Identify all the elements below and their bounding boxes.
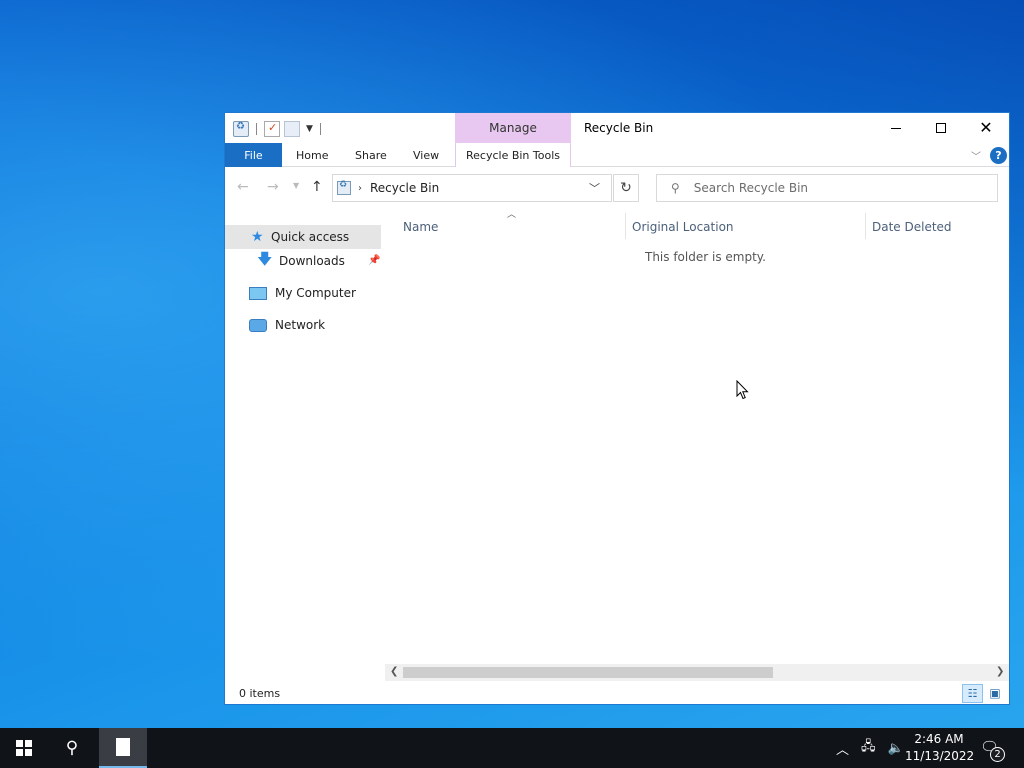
recycle-bin-icon: [233, 121, 249, 137]
sidebar-item-label: Quick access: [271, 230, 350, 244]
refresh-icon: ↻: [620, 180, 632, 196]
taskbar-app-explorer[interactable]: [99, 728, 147, 768]
scroll-left-arrow-icon[interactable]: ❮: [390, 666, 398, 677]
file-list[interactable]: ︿ Name Original Location Date Deleted Th…: [385, 209, 1009, 669]
back-arrow-icon[interactable]: ←: [237, 179, 249, 195]
search-input[interactable]: [693, 181, 974, 195]
notification-count-badge: 2: [990, 747, 1005, 762]
search-icon: ⚲: [671, 181, 680, 195]
tab-home[interactable]: Home: [296, 143, 328, 167]
refresh-button[interactable]: ↻: [613, 174, 639, 202]
navigation-row: ← → ▼ ↑ › Recycle Bin ﹀ ↻ ⚲: [225, 168, 1009, 208]
taskbar-clock[interactable]: 2:46 AM 11/13/2022: [905, 731, 975, 765]
toolbar-separator: [319, 123, 321, 135]
customize-toolbar-arrow-icon[interactable]: ▼: [306, 124, 313, 134]
horizontal-scrollbar[interactable]: ❮ ❯: [385, 664, 1009, 681]
computer-icon: [249, 286, 267, 300]
recent-locations-chevron-icon[interactable]: ▼: [293, 181, 299, 190]
star-icon: ★: [251, 229, 264, 245]
close-button[interactable]: ✕: [963, 113, 1009, 143]
column-divider[interactable]: [865, 213, 866, 239]
scroll-right-arrow-icon[interactable]: ❯: [996, 666, 1004, 677]
taskbar-search-button[interactable]: ⚲: [48, 728, 96, 768]
quick-access-toolbar: ▼: [233, 120, 324, 138]
breadcrumb-recycle-bin[interactable]: Recycle Bin: [370, 181, 439, 195]
help-icon[interactable]: ?: [990, 147, 1007, 164]
status-bar: 0 items ☷ ▣: [225, 681, 1009, 704]
properties-icon[interactable]: [264, 121, 280, 137]
details-view-button[interactable]: ☷: [962, 684, 983, 703]
ribbon-tabs: File Home Share View Recycle Bin Tools ﹀…: [225, 143, 1009, 167]
toolbar-separator: [256, 123, 257, 135]
minimize-icon: [891, 127, 901, 129]
address-dropdown-chevron-icon[interactable]: ﹀: [589, 180, 600, 196]
clock-time: 2:46 AM: [914, 732, 964, 746]
item-count: 0 items: [239, 687, 281, 700]
pin-icon[interactable]: 📌: [368, 255, 380, 266]
column-header-original-location[interactable]: Original Location: [632, 215, 734, 239]
sidebar-item-quick-access[interactable]: ★ Quick access: [225, 225, 381, 249]
navigation-pane: ★ Quick access 🡇 Downloads 📌 My Computer…: [225, 209, 385, 669]
network-status-icon[interactable]: 🖧: [861, 737, 876, 759]
manage-tab-group[interactable]: Manage: [455, 113, 571, 143]
start-button[interactable]: [0, 728, 48, 768]
column-divider[interactable]: [625, 213, 626, 239]
large-icons-view-icon: ▣: [989, 686, 1001, 700]
details-view-icon: ☷: [967, 687, 978, 700]
search-box[interactable]: ⚲: [656, 174, 998, 202]
download-arrow-icon: 🡇: [257, 249, 273, 268]
tab-share[interactable]: Share: [355, 143, 387, 167]
empty-folder-message: This folder is empty.: [645, 250, 766, 264]
tab-recycle-bin-tools[interactable]: Recycle Bin Tools: [455, 143, 571, 167]
system-tray: ︿ 🖧 🔈: [836, 728, 904, 768]
recycle-bin-icon: [337, 180, 351, 195]
forward-arrow-icon[interactable]: →: [267, 179, 279, 195]
volume-icon[interactable]: 🔈: [888, 741, 904, 756]
sidebar-item-label: Downloads: [279, 254, 345, 268]
address-bar[interactable]: › Recycle Bin ﹀: [332, 174, 612, 202]
new-folder-icon[interactable]: [284, 121, 300, 137]
mouse-cursor-icon: [736, 380, 749, 400]
sidebar-item-my-computer[interactable]: My Computer: [225, 281, 381, 305]
explorer-window: ▼ Manage Recycle Bin ✕ File Home Share V…: [224, 112, 1010, 705]
breadcrumb-chevron-icon[interactable]: ›: [358, 183, 362, 194]
sidebar-item-label: My Computer: [275, 286, 356, 300]
window-title: Recycle Bin: [584, 121, 654, 135]
column-header-date-deleted[interactable]: Date Deleted: [872, 215, 952, 239]
title-bar[interactable]: ▼ Manage Recycle Bin ✕: [225, 113, 1009, 143]
search-icon: ⚲: [65, 738, 79, 758]
show-hidden-icons-chevron-icon[interactable]: ︿: [836, 739, 849, 758]
column-header-name[interactable]: Name: [403, 215, 438, 239]
scrollbar-thumb[interactable]: [403, 667, 773, 678]
sidebar-item-downloads[interactable]: 🡇 Downloads 📌: [225, 249, 381, 273]
tab-file[interactable]: File: [225, 143, 282, 167]
tab-view[interactable]: View: [413, 143, 439, 167]
maximize-icon: [936, 123, 946, 133]
up-arrow-icon[interactable]: ↑: [311, 179, 323, 195]
close-icon: ✕: [979, 118, 993, 137]
network-icon: [249, 318, 267, 332]
sidebar-item-network[interactable]: Network: [225, 313, 381, 337]
minimize-button[interactable]: [873, 113, 919, 143]
large-icons-view-button[interactable]: ▣: [987, 685, 1003, 701]
windows-logo-icon: [16, 740, 32, 756]
taskbar: ⚲ ︿ 🖧 🔈 2:46 AM 11/13/2022 🗨 2: [0, 728, 1024, 768]
expand-ribbon-chevron-icon[interactable]: ﹀: [971, 148, 981, 163]
clock-date: 11/13/2022: [905, 749, 975, 763]
maximize-button[interactable]: [918, 113, 964, 143]
sort-ascending-icon: ︿: [507, 210, 517, 220]
sidebar-item-label: Network: [275, 318, 326, 332]
document-icon: [116, 738, 130, 756]
